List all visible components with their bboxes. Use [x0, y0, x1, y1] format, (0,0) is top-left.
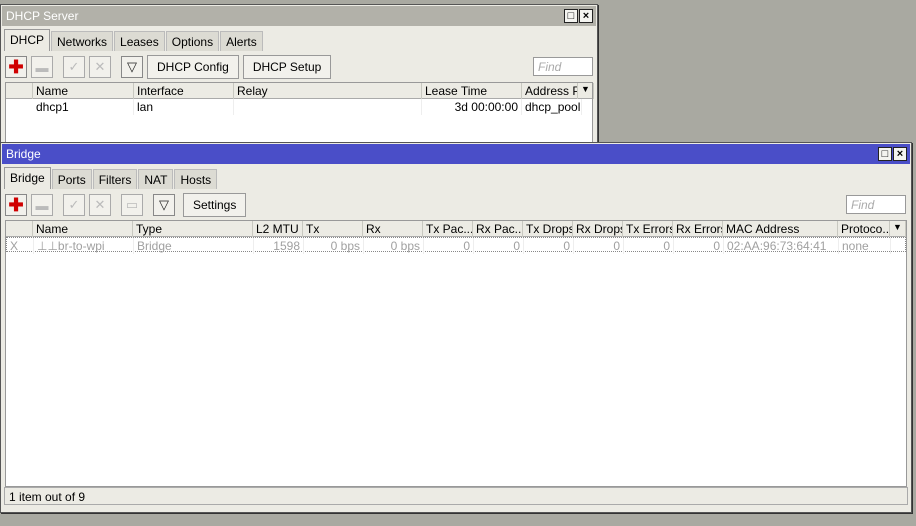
enable-check-icon[interactable]: ✓ — [63, 56, 85, 78]
find-input[interactable]: Find — [846, 195, 906, 214]
cell-name: ⊥⊥br-to-wpi — [34, 238, 134, 254]
dhcp-server-window: DHCP Server □ × DHCP Networks Leases Opti… — [0, 4, 598, 154]
col-tx-drops[interactable]: Tx Drops — [523, 221, 573, 237]
col-type[interactable]: Type — [133, 221, 253, 237]
add-icon[interactable]: ✚ — [5, 194, 27, 216]
cell-protocol: none — [839, 238, 891, 254]
col-tx-errors[interactable]: Tx Errors — [623, 221, 673, 237]
add-icon[interactable]: ✚ — [5, 56, 27, 78]
col-rx[interactable]: Rx — [363, 221, 423, 237]
remove-icon[interactable]: ▬ — [31, 56, 53, 78]
bridge-icon: ⊥⊥ — [37, 239, 58, 253]
col-flag — [6, 83, 33, 99]
cell-l2mtu: 1598 — [254, 238, 304, 254]
cell-flag: X — [7, 238, 34, 254]
cell-tx-packets: 0 — [424, 238, 474, 254]
close-button[interactable]: × — [579, 9, 593, 23]
tab-leases[interactable]: Leases — [114, 31, 165, 51]
maximize-button[interactable]: □ — [564, 9, 578, 23]
remove-icon[interactable]: ▬ — [31, 194, 53, 216]
tab-nat[interactable]: NAT — [138, 169, 174, 189]
comment-icon[interactable]: ▭ — [121, 194, 143, 216]
cell-lease-time: 3d 00:00:00 — [422, 99, 522, 115]
cell-relay — [234, 99, 422, 115]
filter-icon[interactable]: ▽ — [153, 194, 175, 216]
col-address-pool[interactable]: Address Po — [522, 83, 578, 99]
table-row[interactable]: dhcp1 lan 3d 00:00:00 dhcp_pool1 — [6, 99, 592, 115]
cell-address-pool: dhcp_pool1 — [522, 99, 582, 115]
cell-tx-errors: 0 — [624, 238, 674, 254]
window-title: Bridge — [6, 147, 41, 161]
col-rx-packets[interactable]: Rx Pac... — [473, 221, 523, 237]
tab-filters[interactable]: Filters — [92, 169, 138, 189]
tab-hosts[interactable]: Hosts — [174, 169, 218, 189]
tab-ports[interactable]: Ports — [51, 169, 92, 189]
find-input[interactable]: Find — [533, 57, 593, 76]
tab-alerts[interactable]: Alerts — [220, 31, 263, 51]
tab-dhcp[interactable]: DHCP — [4, 29, 51, 51]
cell-name-text: br-to-wpi — [57, 239, 105, 253]
table-row[interactable]: X ⊥⊥br-to-wpi Bridge 1598 0 bps 0 bps 0 … — [6, 237, 906, 254]
cell-rx-errors: 0 — [674, 238, 724, 254]
tab-options[interactable]: Options — [165, 31, 220, 51]
dhcp-title-bar[interactable]: DHCP Server □ × — [2, 6, 596, 26]
window-title: DHCP Server — [6, 9, 79, 23]
cell-tx-drops: 0 — [524, 238, 574, 254]
col-interface[interactable]: Interface — [134, 83, 234, 99]
col-tx-packets[interactable]: Tx Pac... — [423, 221, 473, 237]
col-tx[interactable]: Tx — [303, 221, 363, 237]
enable-check-icon[interactable]: ✓ — [63, 194, 85, 216]
cell-rx: 0 bps — [364, 238, 424, 254]
disable-x-icon[interactable]: ✕ — [89, 194, 111, 216]
columns-dropdown-icon[interactable]: ▼ — [578, 83, 594, 99]
cell-type: Bridge — [134, 238, 254, 254]
status-bar: 1 item out of 9 — [4, 487, 908, 505]
bridge-title-bar[interactable]: Bridge □ × — [2, 144, 910, 164]
col-mac-address[interactable]: MAC Address — [723, 221, 838, 237]
disable-x-icon[interactable]: ✕ — [89, 56, 111, 78]
col-rx-drops[interactable]: Rx Drops — [573, 221, 623, 237]
cell-rx-packets: 0 — [474, 238, 524, 254]
bridge-window: Bridge □ × Bridge Ports Filters NAT Hosts… — [0, 142, 912, 513]
columns-dropdown-icon[interactable]: ▼ — [890, 221, 906, 237]
col-relay[interactable]: Relay — [234, 83, 422, 99]
col-rx-errors[interactable]: Rx Errors — [673, 221, 723, 237]
col-name[interactable]: Name — [33, 83, 134, 99]
tab-networks[interactable]: Networks — [51, 31, 114, 51]
cell-mac-address: 02:AA:96:73:64:41 — [724, 238, 839, 254]
bridge-table: Name Type L2 MTU Tx Rx Tx Pac... Rx Pac.… — [5, 220, 907, 487]
col-l2mtu[interactable]: L2 MTU — [253, 221, 303, 237]
dhcp-setup-button[interactable]: DHCP Setup — [242, 55, 332, 79]
col-lease-time[interactable]: Lease Time — [422, 83, 522, 99]
col-protocol[interactable]: Protoco... — [838, 221, 890, 237]
dhcp-config-button[interactable]: DHCP Config — [147, 55, 239, 79]
item-count: 1 item out of 9 — [9, 490, 86, 504]
col-flag — [6, 221, 33, 237]
cell-tx: 0 bps — [304, 238, 364, 254]
close-button[interactable]: × — [893, 147, 907, 161]
settings-button[interactable]: Settings — [183, 193, 247, 217]
cell-name: dhcp1 — [33, 99, 134, 115]
maximize-button[interactable]: □ — [878, 147, 892, 161]
filter-icon[interactable]: ▽ — [121, 56, 143, 78]
cell-interface: lan — [134, 99, 234, 115]
col-name[interactable]: Name — [33, 221, 133, 237]
cell-rx-drops: 0 — [574, 238, 624, 254]
tab-bridge[interactable]: Bridge — [4, 167, 51, 189]
